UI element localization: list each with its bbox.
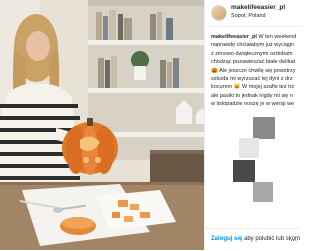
caption-line-8: w listopadzie noszę je w wersji we	[211, 101, 295, 108]
post-caption: makelifeeasier_pl W ten weekend naprawdę…	[211, 33, 305, 109]
caption-line-1: naprawdę chciałabym już wyciągn	[211, 42, 295, 49]
placeholder-block	[233, 160, 255, 182]
caption-line-3: chodząc pozawieszać białe delikat	[211, 59, 296, 66]
post-username[interactable]: makelifeeasier_pl	[231, 4, 285, 11]
post-location[interactable]: Sopot, Poland	[231, 13, 266, 19]
placeholder-block	[239, 138, 259, 158]
caption-line-4: 🎃 Ale jeszcze chwilę się powstrzy	[211, 67, 296, 74]
photo-illustration	[0, 0, 204, 250]
avatar[interactable]	[211, 5, 227, 21]
instagram-post: makelifeeasier_pl Sopot, Poland makelife…	[0, 0, 301, 251]
placeholder-block	[253, 182, 273, 202]
post-photo[interactable]	[0, 0, 204, 250]
login-prompt: Zaloguj się aby polubić lub skom	[211, 236, 301, 242]
caption-line-5: szkoda mi wyrzucać tej dyni z drz	[211, 76, 293, 83]
caption-line-0: makelifeeasier_pl W ten weekend	[211, 34, 297, 40]
post-sidebar: makelifeeasier_pl Sopot, Poland makelife…	[204, 0, 301, 251]
placeholder-block	[253, 117, 275, 139]
caption-username[interactable]: makelifeeasier_pl	[211, 34, 257, 40]
caption-line-6: kocurem 😺 W mojej szafie też trz	[211, 84, 295, 91]
post-footer: Zaloguj się aby polubić lub skom ...	[205, 228, 301, 251]
caption-line-7: ale pasiki to jednak nigdy mi się n	[211, 92, 293, 99]
login-link[interactable]: Zaloguj się	[211, 236, 242, 242]
caption-line-2: z zimowo-świątecznymi ozdobam	[211, 50, 293, 57]
post-header: makelifeeasier_pl Sopot, Poland	[205, 0, 301, 27]
more-options-icon[interactable]: ...	[290, 234, 297, 243]
